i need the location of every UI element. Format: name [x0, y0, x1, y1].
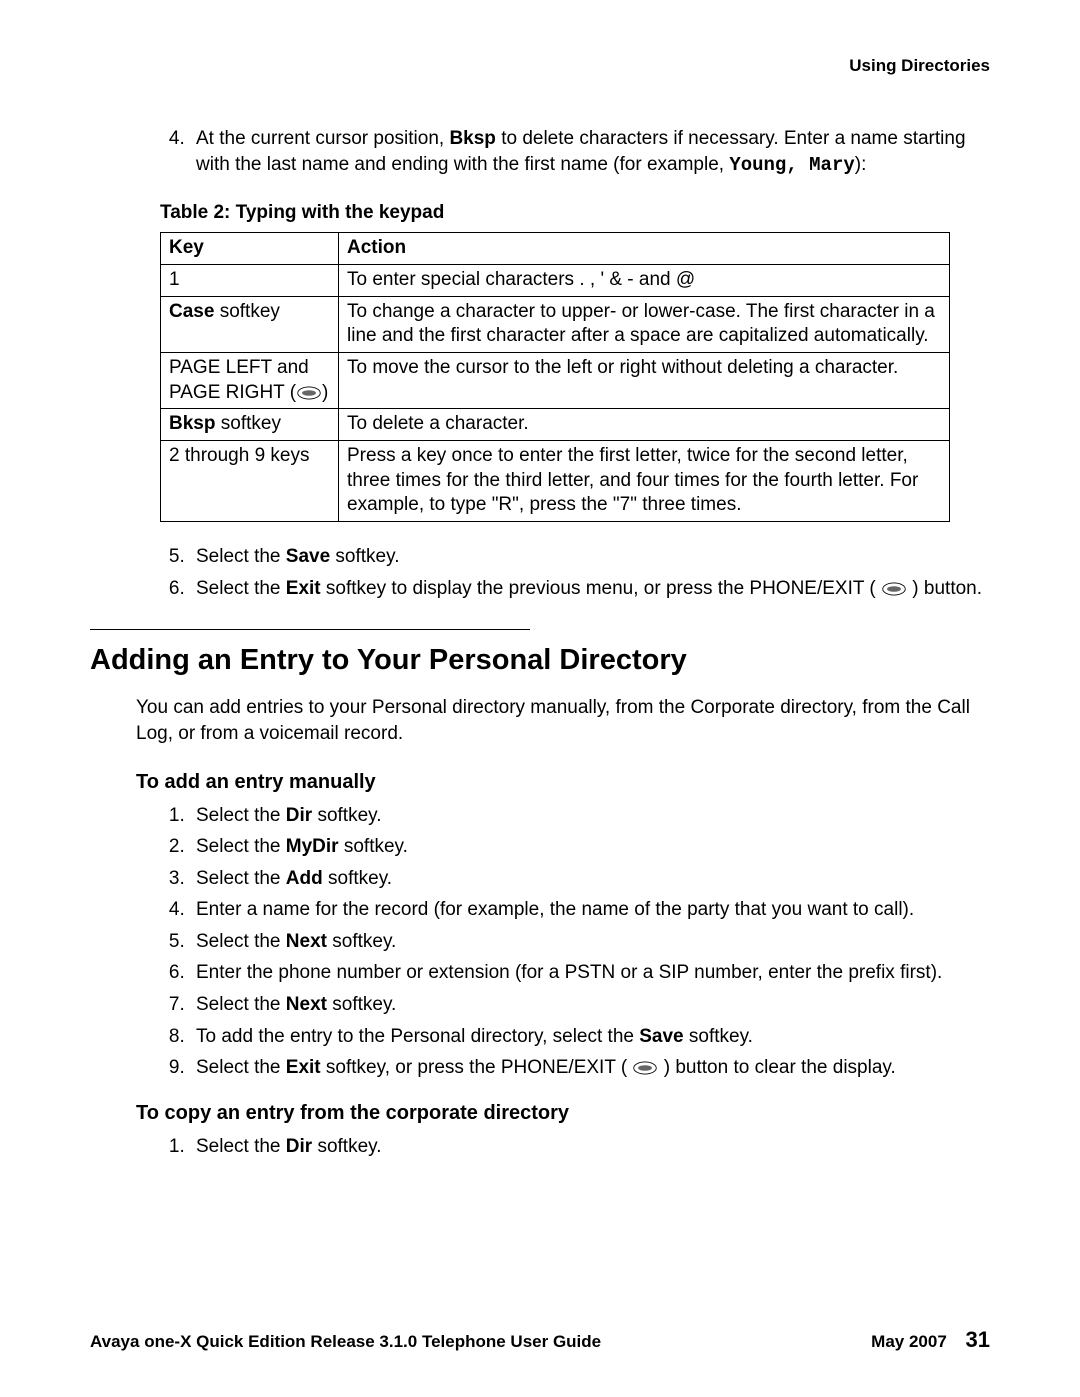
step-item: Select the Exit softkey, or press the PH… — [190, 1054, 990, 1082]
step-item: Enter the phone number or extension (for… — [190, 959, 990, 987]
step-item: Select the Next softkey. — [190, 928, 990, 956]
section-separator — [90, 629, 530, 630]
footer-date: May 2007 — [871, 1332, 947, 1351]
step-item: Select the Add softkey. — [190, 865, 990, 893]
table-row: Bksp softkeyTo delete a character. — [161, 409, 950, 441]
cell-action: To delete a character. — [339, 409, 950, 441]
footer-doc-title: Avaya one-X Quick Edition Release 3.1.0 … — [90, 1332, 601, 1352]
cell-key: 2 through 9 keys — [161, 441, 339, 522]
cell-key: 1 — [161, 264, 339, 296]
cell-key: Bksp softkey — [161, 409, 339, 441]
col-key: Key — [161, 233, 339, 265]
step-list-continued: At the current cursor position, Bksp to … — [90, 126, 990, 178]
step-item: At the current cursor position, Bksp to … — [190, 126, 990, 178]
steps-add-manually: Select the Dir softkey. Select the MyDir … — [90, 802, 990, 1082]
step-item: Select the Next softkey. — [190, 991, 990, 1019]
step-item: Select the Dir softkey. — [190, 1133, 990, 1161]
step-item: Select the MyDir softkey. — [190, 833, 990, 861]
page-footer: Avaya one-X Quick Edition Release 3.1.0 … — [90, 1327, 990, 1353]
phone-exit-icon — [632, 1060, 658, 1076]
table-row: 1To enter special characters . , ' & - a… — [161, 264, 950, 296]
cell-action: To move the cursor to the left or right … — [339, 353, 950, 409]
col-action: Action — [339, 233, 950, 265]
cell-action: To enter special characters . , ' & - an… — [339, 264, 950, 296]
step-item: To add the entry to the Personal directo… — [190, 1023, 990, 1051]
section-heading: Adding an Entry to Your Personal Directo… — [90, 644, 990, 677]
step-list-after-table: Select the Save softkey. Select the Exit … — [90, 544, 990, 601]
footer-page-number: 31 — [966, 1327, 990, 1352]
cell-action: Press a key once to enter the first lett… — [339, 441, 950, 522]
step-item: Select the Save softkey. — [190, 544, 990, 570]
step-item: Select the Exit softkey to display the p… — [190, 576, 990, 602]
table-row: 2 through 9 keysPress a key once to ente… — [161, 441, 950, 522]
table-row: PAGE LEFT and PAGE RIGHT ()To move the c… — [161, 353, 950, 409]
subheading-add-manually: To add an entry manually — [136, 771, 990, 794]
footer-right: May 2007 31 — [871, 1327, 990, 1353]
section-intro: You can add entries to your Personal dir… — [136, 695, 990, 746]
cell-key: Case softkey — [161, 296, 339, 352]
steps-copy-corporate: Select the Dir softkey. — [90, 1133, 990, 1161]
phone-exit-icon — [296, 385, 322, 401]
step-item: Enter a name for the record (for example… — [190, 896, 990, 924]
table-header-row: Key Action — [161, 233, 950, 265]
table-caption: Table 2: Typing with the keypad — [160, 202, 990, 224]
phone-exit-icon — [881, 581, 907, 597]
step-item: Select the Dir softkey. — [190, 802, 990, 830]
header-section-title: Using Directories — [90, 56, 990, 76]
cell-key: PAGE LEFT and PAGE RIGHT () — [161, 353, 339, 409]
table-row: Case softkeyTo change a character to upp… — [161, 296, 950, 352]
keypad-table: Key Action 1To enter special characters … — [160, 232, 950, 522]
subheading-copy-corporate: To copy an entry from the corporate dire… — [136, 1102, 990, 1125]
cell-action: To change a character to upper- or lower… — [339, 296, 950, 352]
